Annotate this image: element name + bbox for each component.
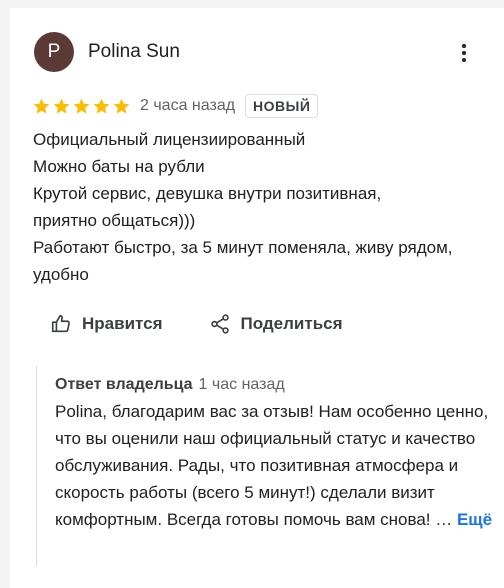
owner-reply-text: Polina, благодарим вас за отзыв! Нам осо… — [55, 398, 495, 533]
star-rating — [32, 97, 132, 116]
review-text: Официальный лицензиированный Можно баты … — [33, 126, 493, 288]
read-more-link[interactable]: Ещё — [457, 510, 492, 529]
review-line: Работают быстро, за 5 минут поменяла, жи… — [33, 238, 453, 257]
review-actions: Нравится Поделиться — [50, 313, 389, 335]
share-button[interactable]: Поделиться — [209, 313, 343, 335]
star-icon — [52, 97, 71, 116]
rating-row: 2 часа назад НОВЫЙ — [32, 94, 319, 118]
like-label: Нравится — [82, 314, 163, 333]
review-line: удобно — [33, 265, 89, 284]
author-name[interactable]: Polina Sun — [88, 41, 180, 63]
review-line: приятно общаться))) — [33, 211, 196, 230]
like-button[interactable]: Нравится — [50, 313, 163, 335]
star-icon — [32, 97, 51, 116]
review-card: P Polina Sun 2 часа назад НОВЫЙ Официаль… — [10, 8, 504, 588]
review-time: 2 часа назад — [140, 97, 236, 114]
review-line: Можно баты на рубли — [33, 157, 205, 176]
owner-reply-header: Ответ владельца 1 час назад — [55, 374, 495, 396]
star-icon — [72, 97, 91, 116]
star-icon — [92, 97, 111, 116]
avatar[interactable]: P — [34, 32, 74, 72]
new-badge: НОВЫЙ — [245, 94, 319, 118]
review-line: Крутой сервис, девушка внутри позитивная… — [33, 184, 382, 203]
share-label: Поделиться — [240, 314, 343, 333]
owner-reply: Ответ владельца 1 час назад Polina, благо… — [36, 366, 495, 566]
review-line: Официальный лицензиированный — [33, 130, 306, 149]
owner-reply-body: Polina, благодарим вас за отзыв! Нам осо… — [55, 402, 489, 529]
owner-reply-time: 1 час назад — [198, 376, 285, 393]
star-icon — [112, 97, 131, 116]
thumbs-up-icon — [51, 314, 70, 333]
more-options-icon[interactable] — [456, 44, 472, 64]
owner-reply-label: Ответ владельца — [55, 376, 193, 393]
share-icon — [210, 314, 229, 334]
